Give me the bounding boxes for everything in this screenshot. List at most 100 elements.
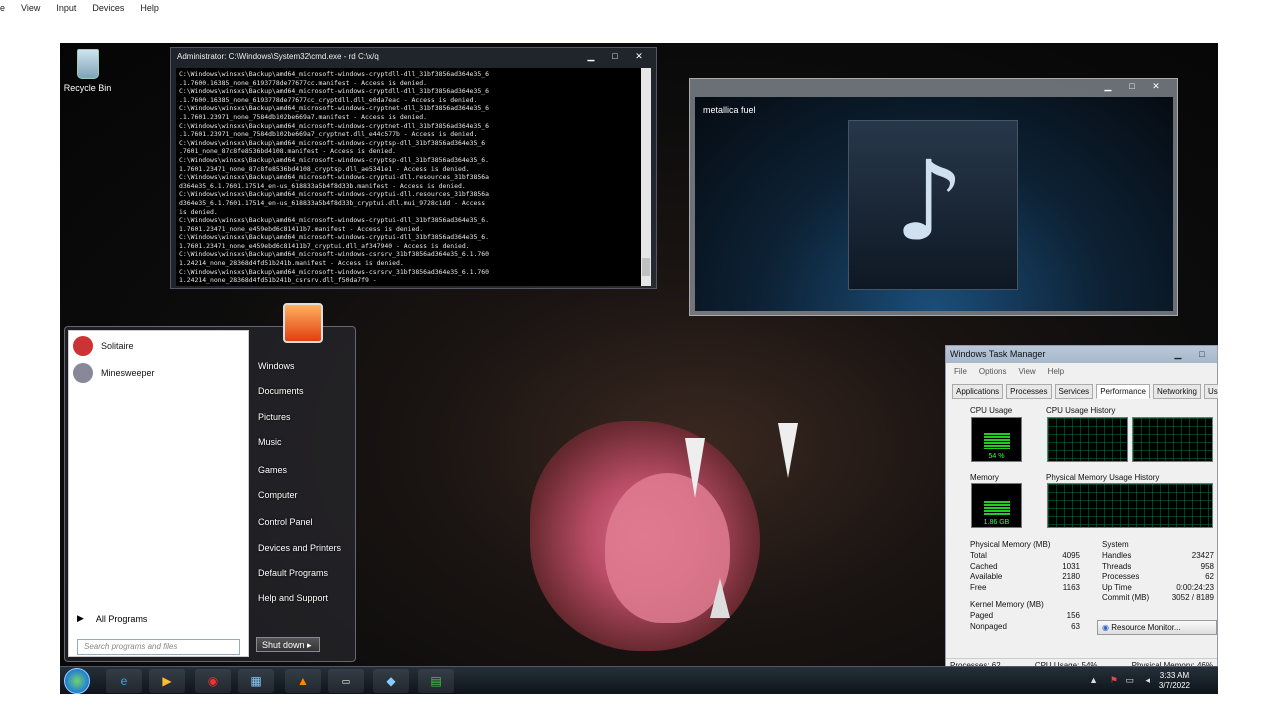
minimize-icon[interactable]: ▁ [580,50,602,62]
resource-monitor-button[interactable]: ◉ Resource Monitor... [1097,620,1217,635]
vm-menu-devices[interactable]: Devices [92,3,124,13]
tab-networking[interactable]: Networking [1152,384,1201,399]
console-line: d364e35_6.1.7601.17514_en-us_618833a5b4f… [179,181,466,190]
console-line: C:\Windows\winsxs\Backup\amd64_microsoft… [179,121,490,130]
cpu-meter: 54 % [971,417,1022,462]
tab-performance[interactable]: Performance [1096,384,1150,399]
scroll-thumb[interactable] [642,258,650,276]
task-manager-window[interactable]: Windows Task Manager ▁ □ File Options Vi… [945,345,1218,671]
start-orb-icon[interactable] [64,668,90,694]
maximize-icon[interactable]: □ [1121,80,1143,92]
physical-memory-title: Physical Memory (MB) [970,540,1051,549]
console-line: 1.24214_none_28368d4fd51b241b_csrsrv.dll… [179,276,377,285]
vm-menu-view[interactable]: View [21,3,40,13]
vm-menubar: e View Input Devices Help [0,0,1280,16]
cpu-usage-label: CPU Usage [970,406,1013,415]
start-item-games[interactable]: Games [258,465,287,475]
media-player-icon[interactable]: ▶ [149,669,185,693]
physical-memory-table: Total 4095 Cached 1031 Available 2180 Free 1… [970,551,1080,593]
cmd-window[interactable]: Administrator: C:\Windows\System32\cmd.e… [170,47,657,289]
cmd-scrollbar[interactable] [641,68,651,286]
program-solitaire[interactable]: Solitaire [69,332,248,359]
memory-label: Memory [970,473,999,482]
start-item-help-support[interactable]: Help and Support [258,593,328,603]
chrome-icon[interactable]: ◉ [195,669,231,693]
start-item-music[interactable]: Music [258,437,282,447]
tm-menu-file[interactable]: File [954,367,967,376]
maximize-icon[interactable]: □ [1191,348,1213,360]
shutdown-button[interactable]: Shut down ▸ [256,637,320,652]
kernel-memory-table: Paged 156 Nonpaged 63 [970,611,1080,632]
cpu-meter-bar [984,432,1010,449]
media-player-window[interactable]: ▁ □ ✕ metallica fuel ♪ [689,78,1178,316]
tab-applications[interactable]: Applications [952,384,1004,399]
tab-users[interactable]: Users [1204,384,1218,399]
task-manager-taskbar-icon[interactable]: ▤ [418,669,454,693]
console-line: C:\Windows\winsxs\Backup\amd64_microsoft… [179,216,490,225]
internet-explorer-icon[interactable]: e [106,669,142,693]
paint-icon[interactable]: ◆ [373,669,409,693]
console-line: .1.7601.23971_none_7584db102be669a7_cryp… [179,130,478,139]
maximize-icon[interactable]: □ [604,50,626,62]
all-programs-label: All Programs [95,613,148,624]
console-line: C:\Windows\winsxs\Backup\amd64_microsoft… [179,267,490,276]
recycle-bin-icon[interactable]: Recycle Bin [60,49,115,93]
minimize-icon[interactable]: ▁ [1167,348,1189,360]
minimize-icon[interactable]: ▁ [1097,80,1119,92]
vlc-icon[interactable]: ▲ [285,669,321,693]
solitaire-icon [73,335,93,356]
console-line: C:\Windows\winsxs\Backup\amd64_microsoft… [179,70,490,78]
clock[interactable]: 3:33 AM 3/7/2022 [1159,671,1190,691]
start-item-windows[interactable]: Windows [258,361,295,371]
cpu-history-graph [1047,417,1128,462]
cmd-taskbar-icon[interactable]: ▭ [328,669,364,693]
table-row: Handles 23427 [1102,551,1214,560]
tab-processes[interactable]: Processes [1006,384,1052,399]
start-search-input[interactable]: Search programs and files [77,639,240,655]
start-item-control-panel[interactable]: Control Panel [258,517,313,527]
arrow-right-icon: ▸ [307,640,312,650]
music-note-icon: ♪ [894,137,965,265]
console-line: C:\Windows\winsxs\Backup\amd64_microsoft… [179,87,490,96]
vm-menu-input[interactable]: Input [56,3,76,13]
cpu-history-label: CPU Usage History [1046,406,1116,415]
tm-menu-help[interactable]: Help [1048,367,1064,376]
network-icon[interactable]: ▭ [1125,675,1134,686]
program-minesweeper[interactable]: Minesweeper [69,359,248,386]
start-item-default-programs[interactable]: Default Programs [258,568,328,578]
explorer-icon[interactable]: ▦ [238,669,274,693]
console-line: 1.7601.23471_none_87c8fe8536bd4108_crypt… [179,164,470,173]
vm-menu-help[interactable]: Help [140,3,159,13]
tm-menu-options[interactable]: Options [979,367,1007,376]
kernel-memory-title: Kernel Memory (MB) [970,600,1044,609]
shield-icon: ◉ [1102,623,1109,632]
start-item-pictures[interactable]: Pictures [258,412,291,422]
vm-menu-partial[interactable]: e [0,3,5,13]
tm-menu-view[interactable]: View [1018,367,1035,376]
user-picture[interactable] [283,303,323,343]
start-item-documents[interactable]: Documents [258,386,304,396]
cmd-console[interactable]: C:\Windows\winsxs\Backup\amd64_microsoft… [176,68,643,286]
cpu-meter-value: 54 % [988,453,1005,460]
recycle-bin-label: Recycle Bin [63,83,112,93]
program-label: Minesweeper [101,367,155,378]
minesweeper-icon [73,362,93,383]
close-icon[interactable]: ✕ [1145,80,1167,92]
table-row: Available 2180 [970,572,1080,581]
console-line: .7601_none_87c8fe8536bd4108.manifest - A… [179,147,397,156]
tray-up-arrow-icon[interactable]: ▲ [1089,675,1098,685]
volume-icon[interactable]: ◂ [1145,675,1150,686]
start-item-computer[interactable]: Computer [258,490,298,500]
console-line: C:\Windows\winsxs\Backup\amd64_microsoft… [179,173,490,182]
console-line: C:\Windows\winsxs\Backup\amd64_microsoft… [179,155,490,164]
action-center-icon[interactable]: ⚑ [1110,675,1118,686]
memory-history-label: Physical Memory Usage History [1046,473,1160,482]
console-line: .1.7601.23971_none_7584db102be669a7.mani… [179,112,428,121]
tab-services[interactable]: Services [1054,384,1094,399]
console-line: C:\Windows\winsxs\Backup\amd64_microsoft… [179,190,490,199]
system-title: System [1102,540,1129,549]
all-programs[interactable]: ▶ All Programs [77,613,147,624]
close-icon[interactable]: ✕ [628,50,650,62]
start-item-devices-printers[interactable]: Devices and Printers [258,543,341,553]
console-line: 1.7601.23471_none_e459ebd6c81411b7.manif… [179,224,424,233]
